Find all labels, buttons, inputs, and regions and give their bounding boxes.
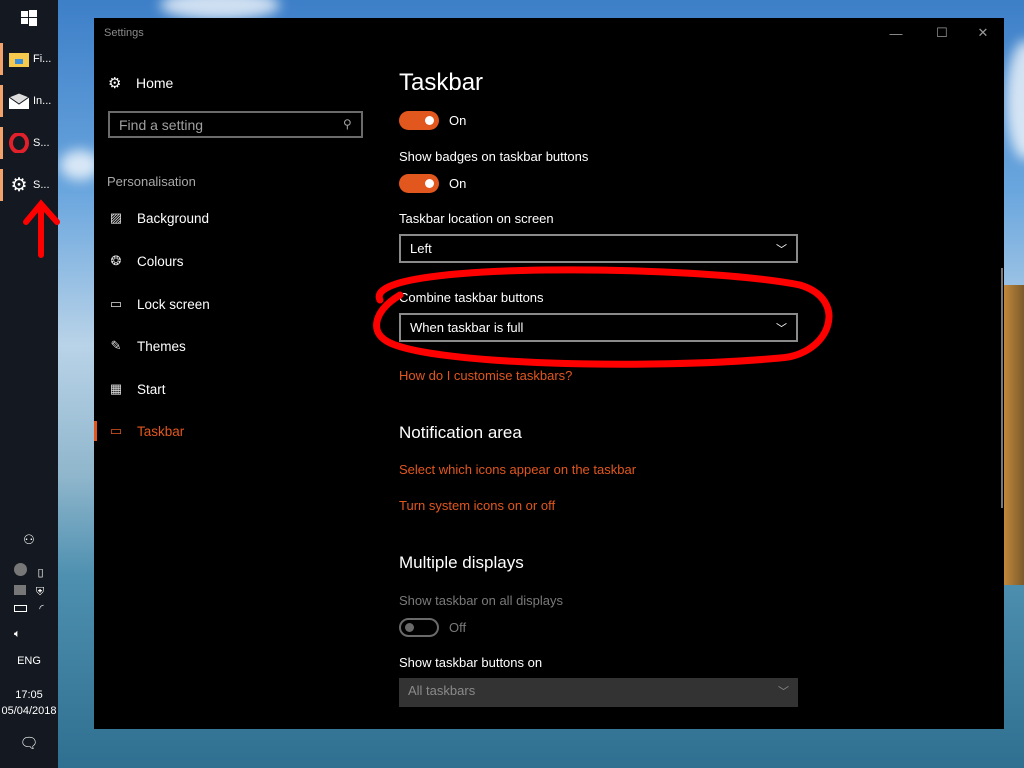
image-icon: ▨	[109, 210, 123, 225]
keyboard-icon[interactable]	[13, 585, 26, 595]
combine-dropdown[interactable]: When taskbar is full ﹀	[399, 313, 798, 342]
settings-window: Settings — ☐ ✕ ⚙ Home Find a setting ⚲ Per…	[94, 18, 1004, 729]
scrollbar[interactable]	[1001, 268, 1003, 508]
multiple-displays-heading: Multiple displays	[399, 553, 524, 572]
sidebar-item-colours[interactable]: ❂ Colours	[108, 253, 184, 269]
file-explorer-icon	[9, 49, 29, 69]
clock[interactable]: 17:05 05/04/2018	[0, 689, 58, 717]
customise-link[interactable]: How do I customise taskbars?	[399, 368, 572, 383]
sidebar-item-background[interactable]: ▨ Background	[108, 210, 209, 226]
window-title: Settings	[104, 27, 144, 39]
taskbar-app-mail[interactable]: In...	[0, 83, 58, 119]
chevron-down-icon: ﹀	[778, 686, 789, 698]
taskbar-app-opera[interactable]: S...	[0, 125, 58, 161]
volume-icon[interactable]: 🔈︎	[0, 628, 58, 641]
wifi-icon[interactable]: ◜	[39, 603, 43, 615]
wallpaper-cliff	[1002, 285, 1024, 585]
maximize-button[interactable]: ☐	[919, 20, 965, 46]
mail-icon	[9, 91, 29, 111]
windows-taskbar: Fi... In... S... ⚙ S... ⚇ ▯ ⛨ ◜ 🔈︎ ENG 17…	[0, 0, 58, 768]
start-button[interactable]	[0, 0, 58, 36]
defender-icon[interactable]: ⛨	[36, 586, 44, 598]
battery-icon[interactable]	[14, 605, 28, 612]
combine-label: Combine taskbar buttons	[399, 290, 544, 305]
buttons-on-dropdown[interactable]: All taskbars ﹀	[399, 678, 798, 707]
sidebar-item-themes[interactable]: ✎ Themes	[108, 338, 186, 354]
select-icons-link[interactable]: Select which icons appear on the taskbar	[399, 462, 636, 477]
sidebar-item-taskbar[interactable]: ▭ Taskbar	[108, 423, 184, 439]
lock-screen-icon: ▭	[109, 296, 123, 311]
buttons-on-label: Show taskbar buttons on	[399, 655, 543, 670]
minimize-button[interactable]: —	[873, 20, 919, 46]
location-dropdown[interactable]: Left ﹀	[399, 234, 798, 263]
toggle-1[interactable]	[399, 111, 439, 130]
taskbar-app-settings[interactable]: ⚙ S...	[0, 167, 58, 203]
close-button[interactable]: ✕	[960, 20, 1006, 46]
themes-icon: ✎	[110, 338, 122, 353]
start-icon: ▦	[109, 381, 123, 396]
sidebar-item-lock-screen[interactable]: ▭ Lock screen	[108, 296, 210, 312]
tray-icons[interactable]: ▯ ⛨ ◜	[0, 563, 58, 615]
active-indicator	[94, 421, 97, 441]
search-input[interactable]: Find a setting ⚲	[108, 111, 363, 138]
search-icon: ⚲	[343, 117, 352, 131]
badges-label: Show badges on taskbar buttons	[399, 149, 589, 164]
badges-state: On	[449, 176, 467, 191]
people-icon[interactable]: ⚇	[0, 532, 58, 548]
opera-icon	[9, 133, 29, 153]
badges-toggle[interactable]	[399, 174, 439, 193]
palette-icon: ❂	[110, 253, 122, 268]
chevron-down-icon: ﹀	[776, 323, 787, 335]
windows-logo-icon	[21, 10, 37, 26]
taskbar-icon: ▭	[109, 423, 123, 438]
action-center-icon[interactable]: 🗨︎	[0, 734, 58, 752]
taskbar-app-file-explorer[interactable]: Fi...	[0, 41, 58, 77]
page-title: Taskbar	[399, 69, 484, 96]
section-heading: Personalisation	[107, 174, 196, 189]
gear-icon: ⚙	[108, 75, 122, 92]
usb-icon[interactable]: ▯	[37, 567, 43, 579]
all-displays-label: Show taskbar on all displays	[399, 593, 564, 608]
all-displays-toggle[interactable]	[399, 618, 439, 637]
home-nav[interactable]: ⚙ Home	[108, 74, 173, 92]
language-indicator[interactable]: ENG	[0, 655, 58, 667]
notification-heading: Notification area	[399, 423, 522, 442]
chevron-down-icon: ﹀	[776, 244, 787, 256]
system-icons-link[interactable]: Turn system icons on or off	[399, 498, 555, 513]
all-displays-state: Off	[449, 620, 467, 635]
time: 17:05	[15, 689, 43, 701]
settings-gear-icon: ⚙	[10, 174, 28, 196]
app-tray-icon[interactable]	[14, 563, 28, 576]
sidebar-item-start[interactable]: ▦ Start	[108, 381, 166, 397]
toggle-1-state: On	[449, 113, 467, 128]
location-label: Taskbar location on screen	[399, 211, 554, 226]
date: 05/04/2018	[1, 705, 57, 717]
